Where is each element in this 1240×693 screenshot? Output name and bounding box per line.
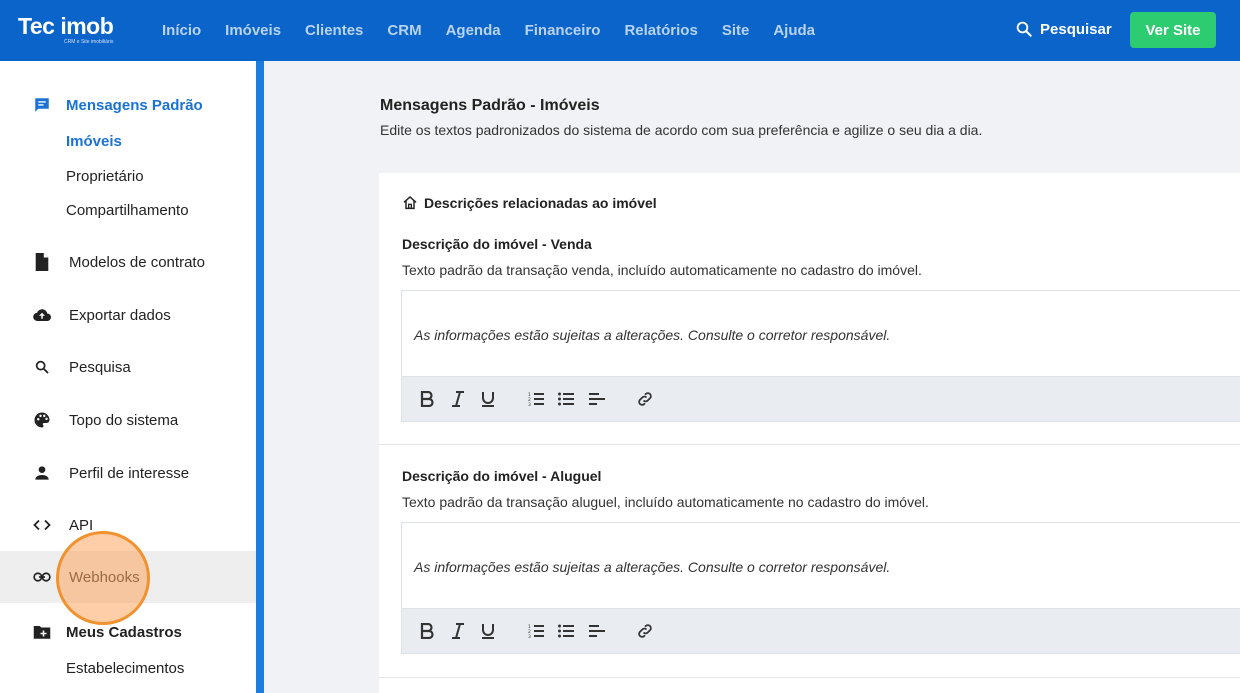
svg-text:3: 3	[528, 402, 531, 406]
editor-content[interactable]: As informações estão sujeitas a alteraçõ…	[414, 327, 890, 343]
logo-tagline: CRM e Site imobiliário	[64, 39, 114, 45]
link-icon[interactable]	[635, 621, 655, 641]
editor-venda[interactable]: As informações estão sujeitas a alteraçõ…	[401, 290, 1240, 422]
bold-icon[interactable]	[417, 621, 437, 641]
underline-icon[interactable]	[478, 621, 498, 641]
nav-item-financeiro[interactable]: Financeiro	[525, 22, 601, 39]
sidebar-group-label: Meus Cadastros	[66, 623, 182, 641]
logo-text: Tec imob	[18, 13, 114, 39]
cloud-upload-icon	[33, 306, 51, 324]
sidebar-item-topo-sistema[interactable]: Topo do sistema	[0, 394, 256, 446]
search-label: Pesquisar	[1040, 20, 1112, 38]
sidebar-subitem-imoveis[interactable]: Imóveis	[66, 133, 122, 150]
palette-icon	[33, 411, 51, 429]
sidebar-item-pesquisa[interactable]: Pesquisa	[0, 341, 256, 393]
sidebar-subitem-estabelecimentos[interactable]: Estabelecimentos	[66, 660, 184, 677]
section-header: Descrições relacionadas ao imóvel	[402, 195, 657, 211]
nav-item-relatorios[interactable]: Relatórios	[624, 22, 697, 39]
sidebar-subitem-proprietario[interactable]: Proprietário	[66, 168, 144, 185]
messages-card: Descrições relacionadas ao imóvel Descri…	[379, 173, 1240, 693]
sidebar-item-label: Webhooks	[69, 568, 140, 586]
sidebar-group-meus-cadastros[interactable]: Meus Cadastros	[0, 620, 256, 644]
nav-item-site[interactable]: Site	[722, 22, 750, 39]
link-icon	[33, 568, 51, 586]
field-title-aluguel: Descrição do imóvel - Aluguel	[402, 468, 602, 484]
document-icon	[33, 253, 51, 271]
align-left-icon[interactable]	[587, 621, 607, 641]
sidebar-group-label: Mensagens Padrão	[66, 96, 203, 114]
sidebar-item-perfil-interesse[interactable]: Perfil de interesse	[0, 447, 256, 499]
ordered-list-icon[interactable]: 123	[526, 621, 546, 641]
sidebar-item-label: API	[69, 516, 94, 534]
sidebar-item-exportar-dados[interactable]: Exportar dados	[0, 289, 256, 341]
nav-item-clientes[interactable]: Clientes	[305, 22, 363, 39]
page-description: Edite os textos padronizados do sistema …	[380, 122, 983, 138]
message-icon	[33, 96, 51, 114]
ver-site-button[interactable]: Ver Site	[1130, 12, 1216, 48]
ordered-list-icon[interactable]: 123	[526, 389, 546, 409]
field-description-aluguel: Texto padrão da transação aluguel, inclu…	[402, 494, 929, 510]
italic-icon[interactable]	[448, 389, 468, 409]
section-divider	[379, 444, 1240, 445]
sidebar-item-label: Exportar dados	[69, 306, 171, 324]
sidebar-item-label: Topo do sistema	[69, 411, 179, 429]
editor-toolbar: 123	[402, 608, 1240, 653]
sidebar-item-label: Pesquisa	[69, 358, 131, 376]
link-icon[interactable]	[635, 389, 655, 409]
align-left-icon[interactable]	[587, 389, 607, 409]
nav-item-inicio[interactable]: Início	[162, 22, 201, 39]
svg-text:3: 3	[528, 634, 531, 638]
nav-item-ajuda[interactable]: Ajuda	[773, 22, 815, 39]
sidebar-item-label: Perfil de interesse	[69, 464, 190, 482]
sidebar-group-mensagens-padrao[interactable]: Mensagens Padrão	[0, 93, 256, 117]
sidebar-subitem-compartilhamento[interactable]: Compartilhamento	[66, 202, 189, 219]
bullet-list-icon[interactable]	[556, 621, 576, 641]
editor-content[interactable]: As informações estão sujeitas a alteraçõ…	[414, 559, 890, 575]
section-divider	[379, 677, 1240, 678]
sidebar-item-modelos-contrato[interactable]: Modelos de contrato	[0, 236, 256, 288]
search-icon	[33, 358, 51, 376]
home-icon	[403, 196, 417, 210]
logo[interactable]: Tec imob CRM e Site imobiliário	[18, 13, 114, 45]
sidebar-item-label: Modelos de contrato	[69, 253, 205, 271]
bullet-list-icon[interactable]	[556, 389, 576, 409]
field-description-venda: Texto padrão da transação venda, incluíd…	[402, 262, 922, 278]
underline-icon[interactable]	[478, 389, 498, 409]
code-icon	[33, 516, 51, 534]
page-title: Mensagens Padrão - Imóveis	[380, 97, 600, 114]
italic-icon[interactable]	[448, 621, 468, 641]
nav-item-crm[interactable]: CRM	[387, 22, 421, 39]
sidebar-item-webhooks[interactable]: Webhooks	[0, 551, 256, 603]
nav-item-imoveis[interactable]: Imóveis	[225, 22, 281, 39]
sidebar-item-api[interactable]: API	[0, 499, 256, 551]
bold-icon[interactable]	[417, 389, 437, 409]
editor-toolbar: 123	[402, 376, 1240, 421]
search-icon	[1016, 21, 1032, 37]
main-nav: Início Imóveis Clientes CRM Agenda Finan…	[150, 0, 827, 61]
editor-aluguel[interactable]: As informações estão sujeitas a alteraçõ…	[401, 522, 1240, 654]
field-title-venda: Descrição do imóvel - Venda	[402, 236, 592, 252]
search-button[interactable]: Pesquisar	[1015, 20, 1112, 38]
section-title: Descrições relacionadas ao imóvel	[424, 195, 657, 211]
sidebar-divider	[256, 61, 264, 693]
nav-item-agenda[interactable]: Agenda	[446, 22, 501, 39]
folder-add-icon	[33, 623, 51, 641]
top-navbar: Tec imob CRM e Site imobiliário Início I…	[0, 0, 1240, 61]
person-icon	[33, 464, 51, 482]
